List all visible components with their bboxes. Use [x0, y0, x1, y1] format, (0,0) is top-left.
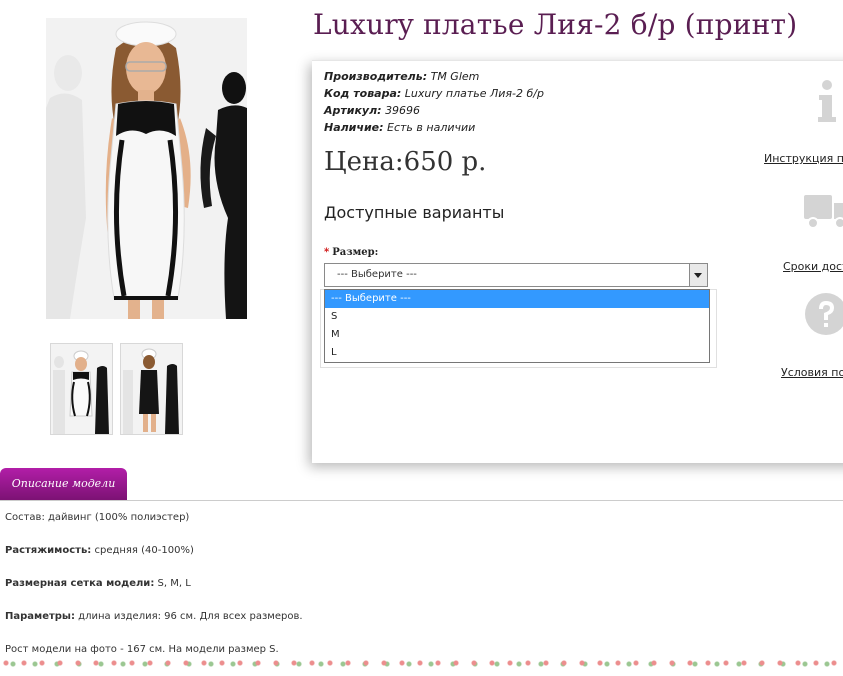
size-dropdown-list[interactable]: --- Выберите --- S M L [324, 289, 710, 363]
instruction-link[interactable]: Инструкция по [764, 152, 843, 165]
product-thumbnail[interactable] [50, 343, 113, 435]
size-option-m[interactable]: M [325, 326, 709, 344]
product-main-image[interactable] [46, 18, 247, 319]
description-label: Параметры: [5, 611, 75, 622]
spec-key: Артикул: [324, 104, 382, 117]
description-text: S, M, L [157, 578, 191, 589]
description-text: Состав: дайвинг (100% полиэстер) [5, 512, 190, 523]
description-text: средняя (40-100%) [94, 545, 194, 556]
spec-availability: Наличие: Есть в наличии [324, 119, 544, 136]
description-line: Параметры: длина изделия: 96 см. Для все… [5, 610, 303, 624]
spec-key: Наличие: [324, 121, 384, 134]
variants-heading: Доступные варианты [324, 203, 505, 222]
product-title: Luxury платье Лия-2 б/р (принт) [313, 8, 798, 41]
description-label: Растяжимость: [5, 545, 92, 556]
description-text: длина изделия: 96 см. Для всех размеров. [78, 611, 303, 622]
spec-product-code: Код товара: Luxury платье Лия-2 б/р [324, 85, 544, 102]
conditions-link[interactable]: Условия пок [781, 366, 843, 379]
spec-article: Артикул: 39696 [324, 102, 544, 119]
size-option-l[interactable]: L [325, 344, 709, 362]
description-content: Состав: дайвинг (100% полиэстер) Растяжи… [5, 511, 303, 676]
description-text: Рост модели на фото - 167 см. На модели … [5, 644, 279, 655]
spec-value: Luxury платье Лия-2 б/р [404, 87, 544, 100]
size-option[interactable]: --- Выберите --- [325, 290, 709, 308]
description-line: Размерная сетка модели: S, M, L [5, 577, 303, 591]
product-info-panel: Производитель: ТМ Glem Код товара: Luxur… [312, 60, 843, 463]
spec-key: Производитель: [324, 70, 428, 83]
required-mark: * [324, 247, 330, 258]
size-option-s[interactable]: S [325, 308, 709, 326]
description-line: Растяжимость: средняя (40-100%) [5, 544, 303, 558]
spec-manufacturer: Производитель: ТМ Glem [324, 68, 544, 85]
description-label: Размерная сетка модели: [5, 578, 155, 589]
size-label: * Размер: [324, 247, 378, 258]
question-icon[interactable] [804, 292, 843, 340]
product-price: Цена:650 р. [324, 147, 487, 177]
size-select-value: --- Выберите --- [337, 269, 417, 280]
chevron-down-icon[interactable] [689, 264, 707, 286]
truck-icon[interactable] [804, 191, 843, 233]
size-select[interactable]: --- Выберите --- [324, 263, 708, 287]
size-label-text: Размер: [332, 247, 379, 258]
delivery-link[interactable]: Сроки дост [783, 260, 843, 273]
product-thumbnail[interactable] [120, 343, 183, 435]
spec-value: ТМ Glem [430, 70, 480, 83]
spec-value: Есть в наличии [387, 121, 476, 134]
product-specs: Производитель: ТМ Glem Код товара: Luxur… [324, 68, 544, 136]
spec-key: Код товара: [324, 87, 402, 100]
spec-value: 39696 [385, 104, 421, 117]
info-icon[interactable] [815, 79, 839, 127]
description-line: Состав: дайвинг (100% полиэстер) [5, 511, 303, 525]
decorative-garland [0, 659, 843, 667]
tab-description[interactable]: Описание модели [0, 468, 127, 500]
description-line: Рост модели на фото - 167 см. На модели … [5, 643, 303, 657]
tab-divider [0, 500, 843, 501]
